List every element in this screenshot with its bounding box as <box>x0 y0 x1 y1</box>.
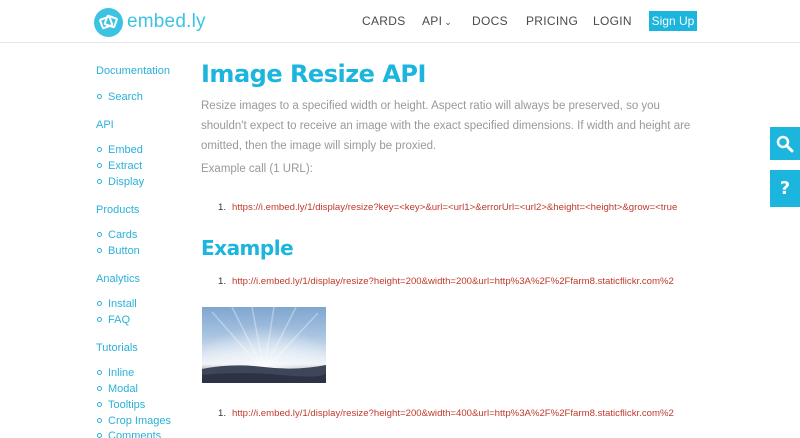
intro-paragraph: Resize images to a specified width or he… <box>201 100 691 152</box>
embedly-logo-icon <box>94 7 123 37</box>
search-icon <box>776 135 794 152</box>
sidebar-item-comments[interactable]: Comments <box>97 430 161 438</box>
sidebar-item-label: Crop Images <box>108 415 171 427</box>
bullet-icon <box>97 401 102 407</box>
sidebar-item-cards[interactable]: Cards <box>97 229 137 241</box>
bullet-icon <box>97 146 102 152</box>
bullet-icon <box>97 178 102 184</box>
nav-login[interactable]: LOGIN <box>593 14 632 28</box>
chevron-down-icon: ⌄ <box>444 17 453 27</box>
search-tab[interactable] <box>770 127 800 160</box>
example-heading: Example <box>201 236 294 260</box>
sidebar-item-label: Tooltips <box>108 399 146 411</box>
help-tab[interactable]: ? <box>770 170 800 207</box>
sidebar-item-crop-images[interactable]: Crop Images <box>97 415 171 427</box>
sidebar-item-inline[interactable]: Inline <box>97 367 134 379</box>
bullet-icon <box>97 300 102 306</box>
bullet-icon <box>97 417 102 423</box>
bullet-icon <box>97 247 102 253</box>
list-number: 1. <box>218 202 227 213</box>
sidebar-item-label: Cards <box>108 229 138 241</box>
sidebar-item-extract[interactable]: Extract <box>97 160 142 172</box>
bullet-icon <box>97 162 102 168</box>
nav-api-label: API <box>422 14 443 28</box>
sidebar-item-modal[interactable]: Modal <box>97 383 138 395</box>
example-call-item: 1. https://i.embed.ly/1/display/resize?ke… <box>218 202 705 213</box>
sidebar-api[interactable]: API <box>96 119 114 131</box>
bullet-icon <box>97 93 102 99</box>
nav-pricing[interactable]: PRICING <box>526 14 578 28</box>
example-call-label: Example call (1 URL): <box>201 163 313 175</box>
logo[interactable]: embed.ly <box>94 7 206 37</box>
sidebar-documentation[interactable]: Documentation <box>96 65 170 77</box>
signup-button[interactable]: Sign Up <box>649 11 697 31</box>
bullet-icon <box>97 369 102 375</box>
page-title: Image Resize API <box>201 60 426 88</box>
sidebar-item-display[interactable]: Display <box>97 176 144 188</box>
sidebar-item-label: Embed <box>108 144 143 156</box>
bullet-icon <box>97 385 102 391</box>
sidebar-item-label: Inline <box>108 367 135 379</box>
sidebar-item-faq[interactable]: FAQ <box>97 314 130 326</box>
list-number: 1. <box>218 276 227 287</box>
example1-item: 1. http://i.embed.ly/1/display/resize?hei… <box>218 276 705 287</box>
nav-cards[interactable]: CARDS <box>362 14 406 28</box>
sidebar-item-label: Install <box>108 298 137 310</box>
sidebar-item-label: FAQ <box>108 314 131 326</box>
sidebar-item-label: Search <box>108 91 143 103</box>
sidebar-item-label: Comments <box>108 430 162 438</box>
sidebar-item-tooltips[interactable]: Tooltips <box>97 399 145 411</box>
list-number: 1. <box>218 408 227 419</box>
bullet-icon <box>97 316 102 322</box>
bullet-icon <box>97 231 102 237</box>
sidebar-item-button[interactable]: Button <box>97 245 140 257</box>
sidebar-item-install[interactable]: Install <box>97 298 137 310</box>
nav-docs[interactable]: DOCS <box>472 14 508 28</box>
sidebar-item-label: Display <box>108 176 145 188</box>
example2-url[interactable]: http://i.embed.ly/1/display/resize?heigh… <box>232 408 674 419</box>
example-call-url: https://i.embed.ly/1/display/resize?key=… <box>232 202 678 213</box>
logo-text: embed.ly <box>127 11 206 32</box>
example2-item: 1. http://i.embed.ly/1/display/resize?hei… <box>218 408 705 419</box>
nav-api[interactable]: API ⌄ <box>422 14 452 28</box>
sidebar-item-label: Modal <box>108 383 138 395</box>
sidebar-tutorials[interactable]: Tutorials <box>96 342 138 354</box>
question-icon: ? <box>779 178 791 199</box>
bullet-icon <box>97 432 102 438</box>
example1-url[interactable]: http://i.embed.ly/1/display/resize?heigh… <box>232 276 674 287</box>
sidebar-item-label: Button <box>108 245 140 257</box>
sidebar-products[interactable]: Products <box>96 204 139 216</box>
sidebar-item-label: Extract <box>108 160 143 172</box>
site-header: embed.ly CARDS API ⌄ DOCS PRICING LOGIN S… <box>0 0 800 43</box>
sidebar-analytics[interactable]: Analytics <box>96 273 140 285</box>
example-image <box>202 307 326 383</box>
sidebar-item-search[interactable]: Search <box>97 91 143 103</box>
sidebar-item-embed[interactable]: Embed <box>97 144 143 156</box>
